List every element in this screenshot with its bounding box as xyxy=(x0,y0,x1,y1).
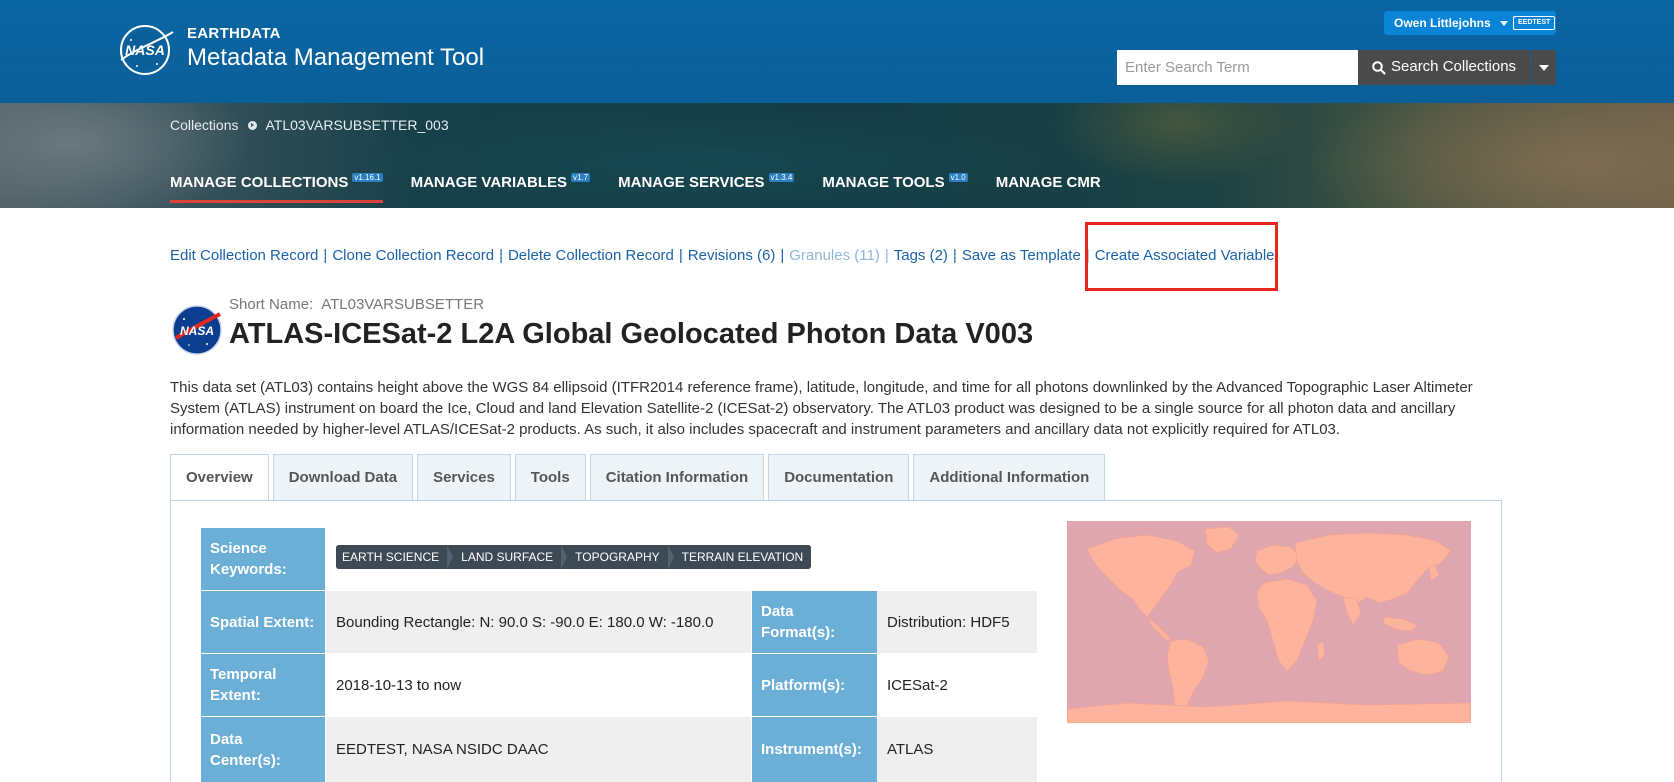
data-center-value: EEDTEST, NASA NSIDC DAAC xyxy=(326,717,751,782)
keyword-item[interactable]: LAND SURFACE xyxy=(447,545,568,569)
nav-manage-variables[interactable]: MANAGE VARIABLES v1.7 xyxy=(410,173,591,203)
keyword-item[interactable]: EARTH SCIENCE xyxy=(336,545,454,569)
nav-manage-tools[interactable]: MANAGE TOOLS v1.0 xyxy=(822,173,968,203)
caret-down-icon xyxy=(1500,21,1508,26)
nasa-logo: NASA xyxy=(172,305,222,355)
data-format-value: Distribution: HDF5 xyxy=(877,591,1037,653)
version-badge: v1.0 xyxy=(948,173,968,182)
search-input[interactable] xyxy=(1117,50,1358,85)
search-options-dropdown[interactable] xyxy=(1531,50,1556,85)
top-header: NASA EARTHDATA Metadata Management Tool … xyxy=(0,0,1674,103)
breadcrumb-collections[interactable]: Collections xyxy=(170,117,238,133)
platform-value: ICESat-2 xyxy=(887,676,948,694)
platform-label: Platform(s): xyxy=(752,654,877,716)
version-badge: v1.16.1 xyxy=(352,173,383,182)
short-name-value: ATL03VARSUBSETTER xyxy=(321,296,485,313)
separator: | xyxy=(780,247,785,264)
earthdata-label: EARTHDATA xyxy=(187,25,281,42)
revisions-link[interactable]: Revisions (6) xyxy=(688,247,776,264)
temporal-extent-value: 2018-10-13 to now xyxy=(336,676,462,694)
breadcrumb-current: ATL03VARSUBSETTER_003 xyxy=(265,117,449,133)
nav-label: MANAGE SERVICES xyxy=(618,174,765,191)
search-button-label: Search Collections xyxy=(1391,58,1517,75)
svg-text:NASA: NASA xyxy=(125,42,165,58)
separator: | xyxy=(884,247,889,264)
tab-documentation[interactable]: Documentation xyxy=(768,454,910,501)
spatial-extent-value: Bounding Rectangle: N: 90.0 S: -90.0 E: … xyxy=(326,591,751,653)
user-menu-button[interactable]: Owen Littlejohns EEDTEST xyxy=(1384,11,1556,35)
nav-label: MANAGE CMR xyxy=(995,174,1101,191)
tab-additional-information[interactable]: Additional Information xyxy=(913,454,1106,501)
tab-services[interactable]: Services xyxy=(417,454,511,501)
caret-down-icon xyxy=(1539,65,1549,71)
spatial-extent-label: Spatial Extent: xyxy=(201,591,325,653)
science-keywords-breadcrumb: EARTH SCIENCE LAND SURFACE TOPOGRAPHY TE… xyxy=(336,545,812,569)
tags-link[interactable]: Tags (2) xyxy=(894,247,948,264)
nav-manage-cmr[interactable]: MANAGE CMR xyxy=(996,174,1101,203)
nav-label: MANAGE VARIABLES xyxy=(410,174,567,191)
separator: | xyxy=(678,247,683,264)
short-name: Short Name: ATL03VARSUBSETTER xyxy=(229,296,484,313)
keyword-item[interactable]: TOPOGRAPHY xyxy=(561,545,675,569)
version-badge: v1.3.4 xyxy=(768,173,795,182)
tab-tools[interactable]: Tools xyxy=(514,454,586,501)
chevron-right-icon xyxy=(248,121,258,130)
user-name: Owen Littlejohns xyxy=(1394,16,1491,30)
science-keywords-label: Science Keywords: xyxy=(201,528,325,590)
edit-collection-record-link[interactable]: Edit Collection Record xyxy=(170,247,318,264)
page-title: ATLAS-ICESat-2 L2A Global Geolocated Pho… xyxy=(229,318,1034,350)
tab-download-data[interactable]: Download Data xyxy=(272,454,414,501)
world-map-image xyxy=(1067,526,1471,723)
separator: | xyxy=(323,247,328,264)
provider-badge: EEDTEST xyxy=(1513,16,1556,30)
short-name-label: Short Name: xyxy=(229,296,314,313)
search-icon xyxy=(1372,61,1386,75)
delete-collection-record-link[interactable]: Delete Collection Record xyxy=(508,247,674,264)
temporal-extent-label: Temporal Extent: xyxy=(201,654,325,716)
app-title[interactable]: Metadata Management Tool xyxy=(187,44,484,72)
nav-manage-collections[interactable]: MANAGE COLLECTIONS v1.16.1 xyxy=(170,173,383,203)
tab-overview[interactable]: Overview xyxy=(170,454,269,501)
nav-label: MANAGE COLLECTIONS xyxy=(170,174,349,191)
nasa-logo[interactable]: NASA xyxy=(117,24,175,76)
search-collections-button[interactable]: Search Collections xyxy=(1358,50,1530,85)
separator: | xyxy=(499,247,503,264)
data-center-label: Data Center(s): xyxy=(201,717,325,782)
hero-banner: Collections ATL03VARSUBSETTER_003 MANAGE … xyxy=(0,103,1674,208)
version-badge: v1.7 xyxy=(571,173,591,182)
data-format-label: Data Format(s): xyxy=(752,591,877,653)
tab-bar: Overview Download Data Services Tools Ci… xyxy=(170,454,1109,501)
instrument-value: ATLAS xyxy=(877,717,1037,782)
main-nav: MANAGE COLLECTIONS v1.16.1 MANAGE VARIABL… xyxy=(170,173,1129,203)
nav-label: MANAGE TOOLS xyxy=(822,174,945,191)
keyword-item[interactable]: TERRAIN ELEVATION xyxy=(667,545,812,569)
collection-description: This data set (ATL03) contains height ab… xyxy=(170,379,1473,438)
separator: | xyxy=(952,247,957,264)
tab-citation-information[interactable]: Citation Information xyxy=(589,454,765,501)
svg-text:NASA: NASA xyxy=(180,324,214,338)
instrument-label: Instrument(s): xyxy=(752,717,877,782)
spatial-extent-map[interactable] xyxy=(1067,521,1471,723)
granules-link: Granules (11) xyxy=(789,247,880,264)
breadcrumb: Collections ATL03VARSUBSETTER_003 xyxy=(170,117,449,133)
save-as-template-link[interactable]: Save as Template xyxy=(962,247,1081,264)
clone-collection-record-link[interactable]: Clone Collection Record xyxy=(332,247,494,264)
highlight-box xyxy=(1085,222,1278,291)
nav-manage-services[interactable]: MANAGE SERVICES v1.3.4 xyxy=(618,173,795,203)
